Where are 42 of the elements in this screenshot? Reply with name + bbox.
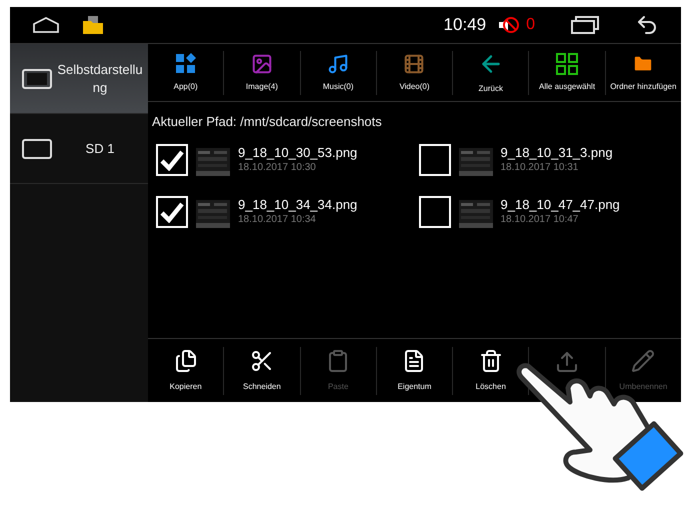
- folder-icon[interactable]: [82, 15, 104, 35]
- file-date: 18.10.2017 10:30: [238, 160, 317, 174]
- copy-icon: [174, 348, 198, 372]
- checkmark-icon: [160, 200, 184, 222]
- muted-speaker-icon: [498, 15, 520, 35]
- mute-count: 0: [526, 15, 535, 35]
- sidebar-label: Selbstdarstellung: [56, 60, 144, 96]
- checkbox[interactable]: [156, 196, 188, 228]
- file-name[interactable]: 9_18_10_34_34.png: [238, 196, 358, 212]
- checkbox[interactable]: [156, 144, 188, 176]
- back-icon[interactable]: [635, 13, 659, 37]
- file-date: 18.10.2017 10:47: [500, 212, 580, 226]
- recent-apps-icon[interactable]: [571, 16, 599, 34]
- checkbox[interactable]: [418, 196, 450, 228]
- clock: 10:49: [444, 14, 486, 36]
- sidebar-item[interactable]: Selbstdarstellung: [10, 44, 148, 114]
- toolbar-button[interactable]: Alle ausgewählt: [528, 50, 605, 94]
- file-date: 18.10.2017 10:34: [238, 212, 317, 226]
- toolbar-button[interactable]: App(0): [148, 50, 224, 94]
- toolbar-button[interactable]: Music(0): [300, 50, 376, 94]
- action-button[interactable]: Eigentum: [376, 346, 452, 394]
- current-path: Aktueller Pfad: /mnt/sdcard/screenshots: [151, 113, 383, 131]
- action-button[interactable]: Kopieren: [148, 346, 224, 394]
- screen-icon: [22, 68, 52, 88]
- file-date: 18.10.2017 10:31: [500, 160, 580, 174]
- scissors-icon: [250, 348, 274, 372]
- toolbar-button[interactable]: Image(4): [223, 50, 300, 94]
- home-icon[interactable]: [32, 17, 60, 33]
- upload-icon: [555, 350, 580, 374]
- toolbar-button[interactable]: Video(0): [376, 50, 452, 94]
- checkmark-icon: [160, 148, 184, 170]
- screen-icon: [22, 138, 52, 158]
- file-name[interactable]: 9_18_10_47_47.png: [500, 196, 620, 212]
- checkbox[interactable]: [418, 144, 450, 176]
- file-name[interactable]: 9_18_10_31_3.png: [500, 144, 613, 160]
- pencil-icon: [631, 348, 656, 372]
- trash-icon: [478, 348, 503, 372]
- toolbar-button[interactable]: Zurück: [452, 50, 528, 94]
- sidebar-label: SD 1: [84, 140, 116, 158]
- file-name[interactable]: 9_18_10_30_53.png: [238, 144, 358, 160]
- toolbar-button[interactable]: Ordner hinzufügen: [604, 50, 681, 94]
- action-button[interactable]: Schneiden: [223, 346, 300, 394]
